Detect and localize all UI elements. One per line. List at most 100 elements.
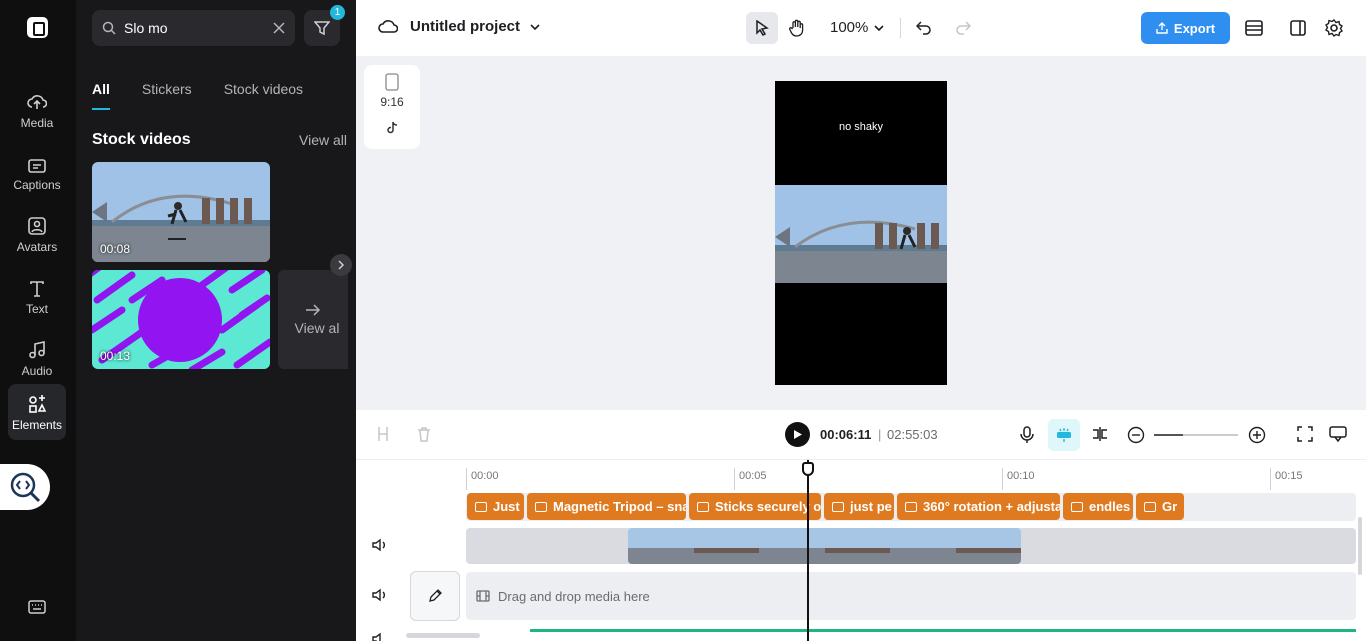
keyboard-shortcuts-button[interactable]	[28, 600, 46, 619]
preview-caption[interactable]: no shaky	[775, 121, 947, 133]
split-clip-button[interactable]	[1091, 426, 1109, 442]
timeline-toolbar: 00:06:11 | 02:55:03	[356, 410, 1366, 460]
split-icon	[378, 427, 388, 441]
audio-track-strip[interactable]	[530, 629, 1356, 632]
caption-clip-text: Just	[493, 499, 520, 514]
timeline-horizontal-scrollbar[interactable]	[406, 633, 480, 638]
redo-button[interactable]	[947, 12, 979, 44]
video-duration: 00:13	[100, 349, 131, 363]
sidebar-item-elements[interactable]: Elements	[8, 384, 66, 440]
sidebar-item-label: Text	[25, 302, 48, 316]
microphone-icon	[1020, 426, 1034, 443]
sidebar-item-captions[interactable]: Captions	[8, 144, 66, 200]
sidebar-item-media[interactable]: Media	[8, 82, 66, 138]
playhead-line[interactable]	[807, 460, 809, 641]
speaker-icon	[372, 588, 385, 602]
aspect-ratio-selector[interactable]: 9:16	[364, 65, 420, 149]
layers-button[interactable]	[1238, 12, 1270, 44]
drop-zone-track[interactable]: Drag and drop media here	[466, 572, 1356, 620]
caption-clip[interactable]: Sticks securely on	[689, 493, 821, 520]
cover-edit-button[interactable]	[410, 571, 460, 621]
caption-clip[interactable]: Just	[467, 493, 524, 520]
caption-clip[interactable]: just pe	[824, 493, 894, 520]
caption-clip-text: Gr	[1162, 499, 1178, 514]
sidebar-item-audio[interactable]: Audio	[8, 330, 66, 386]
timeline-ruler[interactable]: 00:00 00:05 00:10 00:15	[466, 468, 1366, 490]
stock-video-thumb[interactable]: 00:08	[92, 162, 270, 262]
fit-timeline-button[interactable]	[1297, 426, 1313, 442]
panel-layout-button[interactable]	[1282, 12, 1314, 44]
clip-frame	[955, 528, 1021, 564]
clip-frame	[628, 528, 694, 564]
export-label: Export	[1173, 20, 1216, 36]
mute-track-button[interactable]	[372, 588, 388, 607]
ruler-tick: 00:10	[1002, 468, 1035, 490]
cloud-upload-icon	[27, 95, 47, 109]
project-name: Untitled project	[410, 18, 521, 35]
caption-clip-text: just pe	[850, 499, 892, 514]
caption-clip-text: Sticks securely on	[715, 499, 821, 514]
zoom-out-button[interactable]	[1127, 426, 1145, 444]
sidebar-item-avatars[interactable]: Avatars	[8, 206, 66, 262]
tab-all[interactable]: All	[92, 81, 110, 110]
undo-button[interactable]	[908, 12, 940, 44]
timeline-zoom-slider[interactable]	[1154, 434, 1238, 436]
captions-icon	[28, 159, 46, 173]
caption-clip[interactable]: 360° rotation + adjustal	[897, 493, 1060, 520]
fullscreen-icon	[1297, 426, 1313, 442]
caption-clip[interactable]: endles	[1063, 493, 1133, 520]
hand-tool-button[interactable]	[781, 12, 813, 44]
arrow-right-icon	[306, 303, 321, 316]
zoom-dropdown[interactable]: 100%	[830, 19, 884, 36]
canvas-stage: 9:16 no shaky	[356, 56, 1366, 410]
play-button[interactable]	[785, 422, 810, 447]
mute-track-button[interactable]	[372, 538, 388, 557]
video-preview[interactable]: no shaky	[775, 81, 947, 385]
stock-video-thumb[interactable]: 00:13	[92, 270, 270, 369]
cloud-icon	[378, 19, 398, 33]
record-voice-button[interactable]	[1020, 426, 1034, 444]
settings-button[interactable]	[1318, 12, 1350, 44]
video-clip[interactable]	[628, 528, 1021, 564]
feedback-button[interactable]	[1329, 426, 1347, 442]
mute-track-button[interactable]	[372, 632, 388, 641]
clip-frame	[824, 528, 890, 564]
play-icon	[793, 430, 802, 439]
app-logo[interactable]	[27, 17, 48, 38]
gear-icon	[1325, 19, 1343, 37]
caption-clip-icon	[475, 501, 487, 512]
clear-icon[interactable]	[273, 22, 285, 34]
delete-button[interactable]	[417, 426, 431, 442]
clip-frame	[759, 528, 825, 564]
filter-button[interactable]: 1	[304, 5, 345, 46]
export-button[interactable]: Export	[1141, 12, 1230, 44]
select-tool-button[interactable]	[746, 12, 778, 44]
total-duration: 02:55:03	[887, 427, 938, 442]
panel-tabs: All Stickers Stock videos	[92, 81, 335, 110]
filter-icon	[314, 21, 330, 36]
tab-stock-videos[interactable]: Stock videos	[224, 81, 303, 107]
auto-snap-button[interactable]	[1048, 419, 1080, 451]
caption-clip[interactable]: Gr	[1136, 493, 1184, 520]
tab-stickers[interactable]: Stickers	[142, 81, 192, 107]
trash-icon	[418, 427, 430, 442]
view-all-link[interactable]: View all	[299, 132, 347, 148]
project-title[interactable]: Untitled project	[378, 18, 540, 35]
split-button[interactable]	[376, 426, 390, 442]
zoom-in-button[interactable]	[1248, 426, 1266, 444]
sidebar-item-text[interactable]: Text	[8, 268, 66, 324]
search-input[interactable]: Slo mo	[92, 10, 295, 46]
search-query[interactable]: Slo mo	[124, 20, 273, 36]
caption-clip-icon	[832, 501, 844, 512]
playhead-handle[interactable]	[802, 462, 814, 476]
view-all-card-label: View al	[294, 319, 340, 336]
zoom-value: 100%	[830, 19, 869, 36]
carousel-next-button[interactable]	[330, 254, 352, 276]
help-search-button[interactable]	[0, 464, 50, 510]
caption-clip-icon	[535, 501, 547, 512]
tiktok-icon	[387, 121, 398, 134]
view-all-card[interactable]: View al	[278, 270, 348, 369]
timeline-vertical-scrollbar[interactable]	[1358, 517, 1362, 575]
sidebar-item-label: Audio	[21, 364, 53, 378]
caption-clip[interactable]: Magnetic Tripod – snap	[527, 493, 686, 520]
